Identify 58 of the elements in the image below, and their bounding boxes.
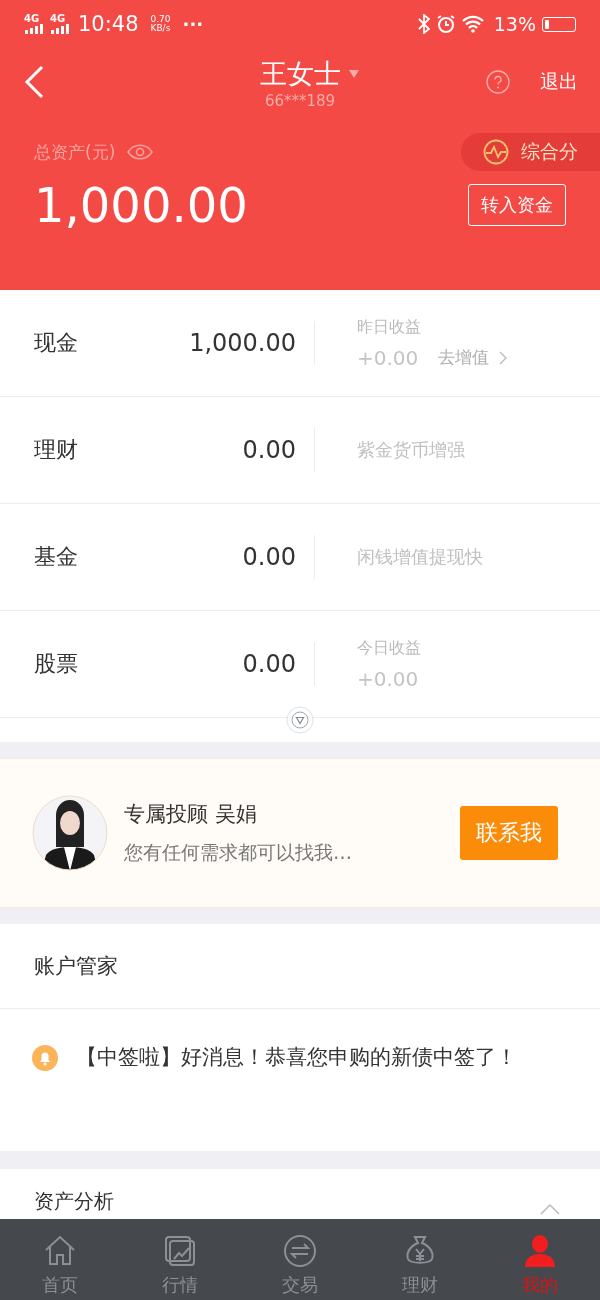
asset-name: 现金 <box>34 329 79 357</box>
asset-amount: 1,000.00 <box>188 329 296 357</box>
swap-icon <box>282 1233 318 1269</box>
network-label: 4G <box>50 14 66 24</box>
chevron-icon <box>499 350 508 365</box>
asset-amount: 0.00 <box>241 543 296 571</box>
advisor-message: 您有任何需求都可以找我… <box>124 840 353 865</box>
asset-amount: 0.00 <box>241 436 296 464</box>
total-assets-label: 总资产(元) <box>34 140 116 164</box>
speed-value: 0.70 <box>150 14 171 24</box>
tab[interactable]: 首页 <box>0 1219 120 1300</box>
help-icon[interactable] <box>486 69 510 94</box>
grow-link[interactable]: 去增值 <box>438 346 508 369</box>
bluetooth-icon <box>417 14 430 34</box>
asset-name: 基金 <box>34 543 79 571</box>
eye-icon[interactable] <box>127 144 154 160</box>
network-label: 4G <box>24 14 40 24</box>
user-name[interactable]: 王女士 <box>259 56 341 92</box>
account-number: 66***189 <box>264 92 336 110</box>
battery-percent: 13% <box>493 13 536 35</box>
collapse-icon[interactable] <box>540 1203 560 1215</box>
expand-icon[interactable] <box>286 706 314 734</box>
notification-text[interactable]: 【中签啦】好消息！恭喜您申购的新债中签了！ <box>76 1043 517 1072</box>
bell-icon <box>32 1045 58 1071</box>
pulse-icon <box>483 139 509 165</box>
tab[interactable]: 行情 <box>120 1219 240 1300</box>
tab[interactable]: 理财 <box>360 1219 480 1300</box>
total-assets-value: 1,000.00 <box>34 177 248 233</box>
product-note: 闲钱增值提现快 <box>357 545 483 569</box>
tab[interactable]: 交易 <box>240 1219 360 1300</box>
signal-icon <box>24 24 44 34</box>
clock: 10:48 <box>78 12 139 36</box>
speed-unit: KB/s <box>150 24 171 34</box>
chart-icon <box>162 1233 198 1269</box>
earnings-value: +0.00 <box>357 666 419 691</box>
section-title: 资产分析 <box>34 1188 114 1215</box>
signal-icon <box>50 24 70 34</box>
dropdown-icon[interactable] <box>348 70 359 78</box>
battery-icon <box>542 16 576 32</box>
more-indicator: ··· <box>182 13 204 35</box>
logout-button[interactable]: 退出 <box>540 68 578 95</box>
score-button[interactable]: 综合分 <box>461 133 600 171</box>
earnings-label: 今日收益 <box>357 637 421 659</box>
person-icon <box>522 1233 558 1269</box>
advisor-title: 专属投顾 吴娟 <box>124 801 258 828</box>
back-icon[interactable] <box>24 64 44 99</box>
wifi-icon <box>461 15 484 33</box>
product-note: 紫金货币增强 <box>357 438 465 462</box>
asset-name: 股票 <box>34 650 79 678</box>
contact-button[interactable]: 联系我 <box>460 806 558 860</box>
section-title: 账户管家 <box>34 953 118 980</box>
earnings-label: 昨日收益 <box>357 316 422 338</box>
asset-name: 理财 <box>34 436 79 464</box>
earnings-value: +0.00 <box>357 345 419 370</box>
asset-amount: 0.00 <box>241 650 296 678</box>
tab[interactable]: 我的 <box>480 1219 600 1300</box>
alarm-icon <box>435 14 456 34</box>
transfer-button[interactable]: 转入资金 <box>468 184 566 226</box>
